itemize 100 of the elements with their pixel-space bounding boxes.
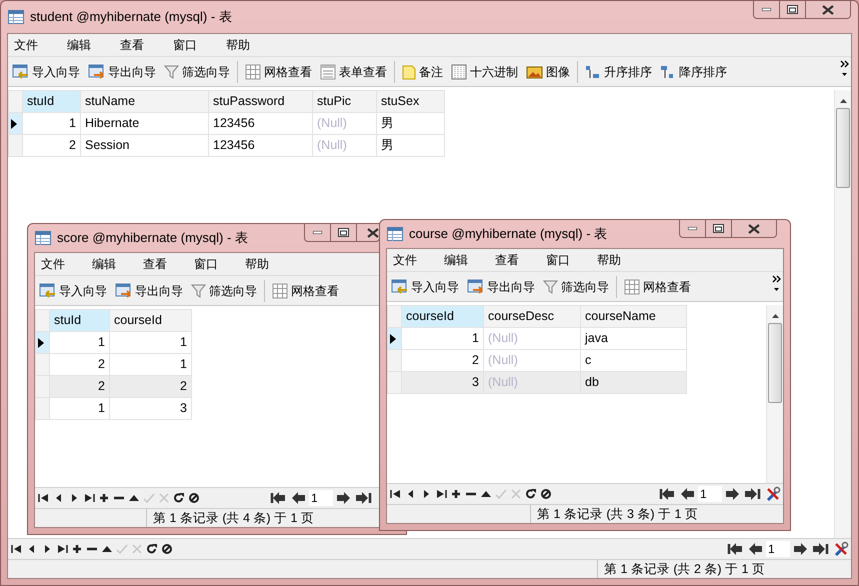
first-record-icon[interactable]: [10, 543, 24, 555]
close-button[interactable]: [806, 1, 851, 19]
menu-item[interactable]: 窗口: [172, 36, 198, 54]
toolbar-button[interactable]: 降序排序: [659, 62, 728, 80]
page-number-field[interactable]: 1: [766, 541, 790, 557]
maximize-button[interactable]: [780, 1, 806, 19]
maximize-button[interactable]: [331, 224, 357, 242]
overflow-chevron-icon[interactable]: [840, 60, 849, 78]
scroll-up-icon[interactable]: [838, 98, 848, 104]
menu-item[interactable]: 编辑: [66, 36, 92, 54]
vertical-scrollbar[interactable]: [766, 305, 783, 483]
status-text: 第 1 条记录 (共 2 条) 于 1 页: [603, 560, 765, 578]
page-next-icon[interactable]: [793, 542, 809, 556]
plus-icon[interactable]: [70, 543, 84, 555]
page-number-field[interactable]: 1: [698, 486, 722, 502]
menu-item[interactable]: 查看: [142, 255, 168, 273]
window-title: score @myhibernate (mysql) - 表: [57, 229, 248, 248]
table-icon: [35, 231, 51, 245]
menu-item[interactable]: 窗口: [545, 251, 571, 269]
toolbar-button[interactable]: 备注: [401, 62, 444, 80]
close-icon: [822, 4, 834, 14]
toolbar-button[interactable]: 网格查看: [244, 62, 313, 80]
menu-item[interactable]: 编辑: [443, 251, 469, 269]
toolbar-button[interactable]: 导出向导: [114, 282, 184, 300]
column-header[interactable]: courseName: [580, 306, 686, 328]
toolbar-button[interactable]: 表单查看: [319, 62, 388, 80]
plus-icon[interactable]: [97, 492, 111, 504]
minimize-button[interactable]: [304, 224, 331, 242]
column-header[interactable]: courseDesc: [484, 306, 580, 328]
page-first-icon[interactable]: [726, 542, 744, 556]
menu-item[interactable]: 帮助: [244, 255, 270, 273]
refresh-icon[interactable]: [145, 543, 159, 555]
close-button[interactable]: [732, 220, 777, 238]
menu-item[interactable]: 帮助: [225, 36, 251, 54]
column-header[interactable]: stuSex: [376, 90, 444, 112]
page-next-icon[interactable]: [725, 487, 741, 501]
refresh-icon[interactable]: [524, 488, 538, 500]
toolbar-button[interactable]: 网格查看: [271, 282, 340, 300]
last-record-icon[interactable]: [55, 543, 69, 555]
table-cell: (Null): [484, 372, 580, 394]
stop-icon[interactable]: [539, 488, 553, 500]
scroll-up-icon[interactable]: [770, 313, 780, 319]
column-header[interactable]: stuId: [50, 310, 110, 332]
stop-icon[interactable]: [160, 543, 174, 555]
close-button[interactable]: [357, 224, 380, 242]
toolbar-button[interactable]: 筛选向导: [542, 278, 610, 296]
minimize-button[interactable]: [753, 1, 780, 19]
minimize-button[interactable]: [679, 220, 706, 238]
column-header[interactable]: stuName: [80, 90, 208, 112]
page-first-icon[interactable]: [658, 487, 676, 501]
toolbar-button[interactable]: 导出向导: [87, 62, 157, 80]
page-previous-icon[interactable]: [747, 542, 763, 556]
page-last-icon[interactable]: [744, 487, 762, 501]
toolbar-button[interactable]: 升序排序: [584, 62, 653, 80]
toolbar-button[interactable]: 筛选向导: [163, 62, 231, 80]
menu-item[interactable]: 文件: [392, 251, 418, 269]
last-record-icon[interactable]: [434, 488, 448, 500]
menu-item[interactable]: 查看: [494, 251, 520, 269]
tools-icon[interactable]: [833, 541, 849, 557]
page-last-icon[interactable]: [355, 491, 373, 505]
scrollbar-thumb[interactable]: [768, 323, 782, 403]
page-number-field[interactable]: 1: [309, 490, 333, 506]
toolbar-button[interactable]: 导入向导: [390, 278, 460, 296]
toolbar-button[interactable]: 网格查看: [623, 278, 692, 296]
table-icon: [387, 227, 403, 241]
menu-item[interactable]: 查看: [119, 36, 145, 54]
tools-icon[interactable]: [765, 486, 781, 502]
page-previous-icon[interactable]: [679, 487, 695, 501]
menu-item[interactable]: 编辑: [91, 255, 117, 273]
last-record-icon[interactable]: [82, 492, 96, 504]
menu-item[interactable]: 文件: [40, 255, 66, 273]
column-header[interactable]: stuPassword: [208, 90, 312, 112]
column-header[interactable]: stuId: [22, 90, 80, 112]
menu-item[interactable]: 窗口: [193, 255, 219, 273]
stop-icon[interactable]: [187, 492, 201, 504]
toolbar-button[interactable]: 筛选向导: [190, 282, 258, 300]
page-previous-icon[interactable]: [290, 491, 306, 505]
column-header[interactable]: courseId: [402, 306, 484, 328]
page-last-icon[interactable]: [812, 542, 830, 556]
plus-icon[interactable]: [449, 488, 463, 500]
toolbar-button[interactable]: 导出向导: [466, 278, 536, 296]
toolbar-button[interactable]: 图像: [525, 62, 571, 80]
menu-item[interactable]: 帮助: [596, 251, 622, 269]
vertical-scrollbar[interactable]: [834, 90, 851, 538]
toolbar-button[interactable]: 导入向导: [11, 62, 81, 80]
overflow-chevron-icon[interactable]: [772, 275, 781, 293]
toolbar-button[interactable]: 导入向导: [38, 282, 108, 300]
menu-item[interactable]: 文件: [13, 36, 39, 54]
first-record-icon[interactable]: [37, 492, 51, 504]
note-icon: [402, 64, 416, 80]
row-pointer-icon: [11, 118, 17, 128]
page-next-icon[interactable]: [336, 491, 352, 505]
page-first-icon[interactable]: [269, 491, 287, 505]
column-header[interactable]: stuPic: [312, 90, 376, 112]
scrollbar-thumb[interactable]: [836, 108, 850, 188]
toolbar-button[interactable]: 十六进制: [450, 62, 519, 80]
first-record-icon[interactable]: [389, 488, 403, 500]
column-header[interactable]: courseId: [110, 310, 192, 332]
refresh-icon[interactable]: [172, 492, 186, 504]
maximize-button[interactable]: [706, 220, 732, 238]
